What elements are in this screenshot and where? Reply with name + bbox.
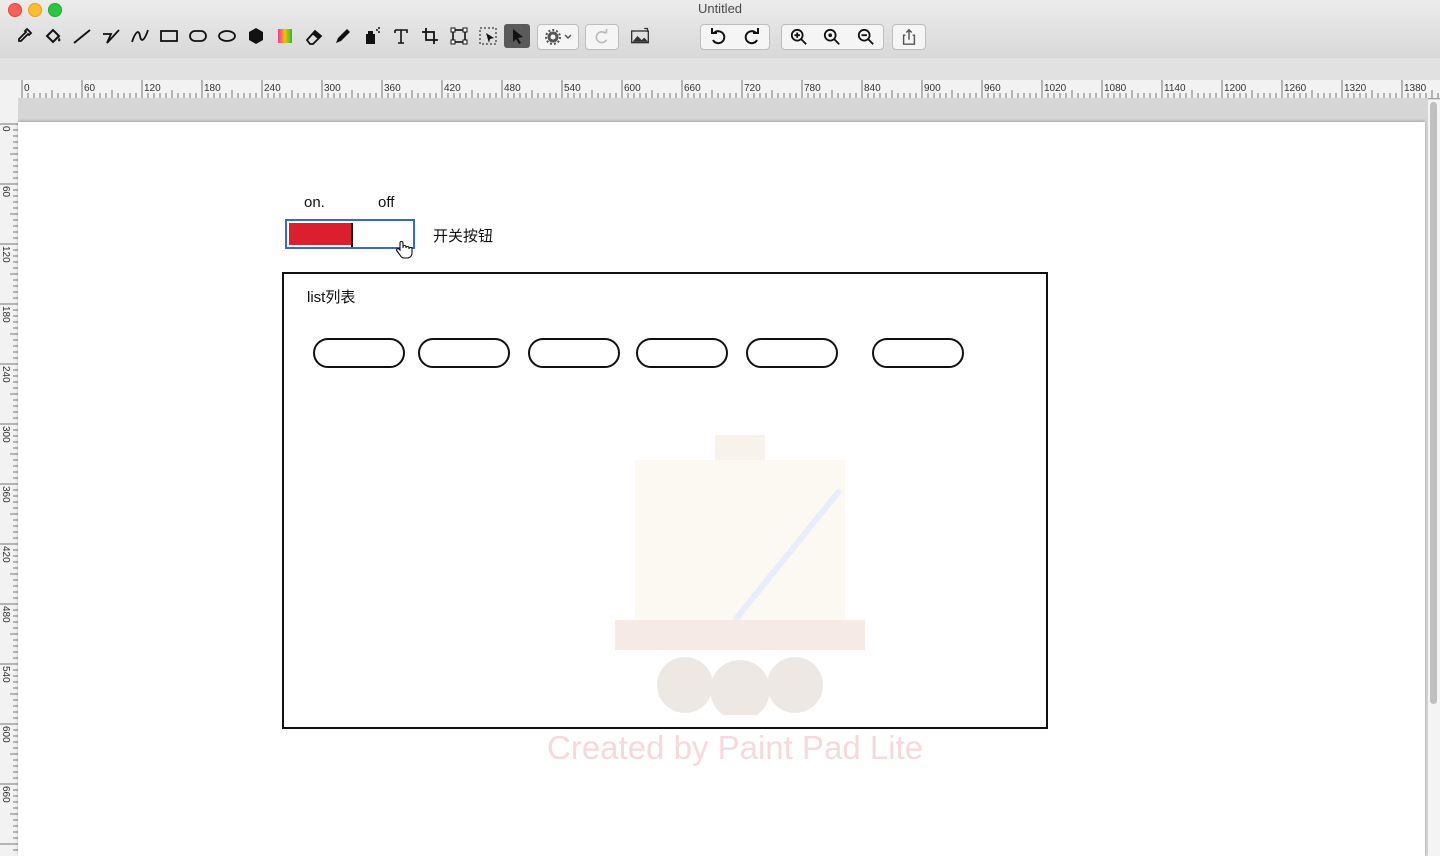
ruler-label: 660	[0, 786, 11, 803]
vertical-scrollbar[interactable]	[1428, 100, 1440, 856]
paint-bucket-icon[interactable]	[40, 24, 66, 48]
switch-off-label: off	[378, 194, 395, 211]
switch-on-fill	[289, 223, 351, 245]
zoom-group	[781, 24, 884, 50]
hand-cursor-icon	[396, 241, 413, 259]
horizontal-ruler: 0 60 120 180 240 300 360 420 480 540 600 660 720 780 8…	[0, 80, 1440, 99]
ellipse-icon[interactable]	[214, 24, 240, 48]
ruler-label: 840	[864, 83, 881, 94]
ruler-label: 600	[0, 726, 11, 743]
transform-icon[interactable]	[446, 24, 472, 48]
rectangle-icon[interactable]	[156, 24, 182, 48]
redo-disabled-button[interactable]	[585, 24, 619, 50]
ruler-label: 1020	[1044, 83, 1067, 94]
redo-icon[interactable]	[742, 27, 762, 47]
text-icon[interactable]	[388, 24, 414, 48]
pointer-icon[interactable]	[504, 24, 530, 48]
ruler-label: 1380	[1404, 83, 1427, 94]
ruler-label: 780	[804, 83, 821, 94]
line-icon[interactable]	[69, 24, 95, 48]
image-icon[interactable]	[625, 24, 655, 48]
list-pill-5[interactable]	[746, 338, 838, 368]
ruler-label: 1140	[1164, 83, 1186, 94]
ruler-label: 540	[564, 83, 581, 94]
list-pill-1[interactable]	[313, 338, 405, 368]
undo-icon[interactable]	[708, 27, 728, 47]
ruler-label: 60	[0, 186, 11, 198]
window-title: Untitled	[697, 1, 743, 16]
zoom-out-icon[interactable]	[857, 28, 875, 46]
polygon-icon[interactable]	[243, 24, 269, 48]
rounded-rectangle-icon[interactable]	[185, 24, 211, 48]
ruler-label: 120	[144, 83, 161, 94]
gradient-icon[interactable]	[272, 24, 298, 48]
zoom-actual-icon[interactable]	[823, 28, 841, 46]
ruler-label: 240	[0, 366, 11, 383]
ruler-label: 0	[0, 126, 11, 132]
pencil-icon[interactable]	[330, 24, 356, 48]
ruler-label: 960	[984, 83, 1001, 94]
ruler-label: 360	[0, 486, 11, 503]
ruler-label: 120	[0, 246, 11, 263]
undo-redo-group	[700, 24, 770, 50]
ruler-label: 720	[744, 83, 761, 94]
ruler-label: 600	[624, 83, 641, 94]
ruler-label: 300	[324, 83, 341, 94]
spray-icon[interactable]	[359, 24, 385, 48]
polyline-icon[interactable]	[98, 24, 124, 48]
ruler-label: 300	[0, 426, 11, 443]
ruler-label: 540	[0, 666, 11, 683]
redo-icon	[595, 28, 608, 44]
ruler-label: 660	[684, 83, 701, 94]
list-pill-4[interactable]	[636, 338, 728, 368]
share-icon	[902, 28, 916, 45]
list-title: list列表	[307, 289, 356, 306]
vertical-ruler: 0 60 120 180 240 300 360 420 480 540 600 660	[0, 98, 19, 856]
share-button[interactable]	[892, 24, 926, 50]
list-pill-3[interactable]	[528, 338, 620, 368]
zoom-in-icon[interactable]	[790, 28, 808, 46]
switch-divider	[351, 223, 353, 247]
ruler-label: 180	[0, 306, 11, 323]
ruler-label: 0	[24, 83, 30, 94]
ruler-label: 1200	[1224, 83, 1247, 94]
scrollbar-thumb[interactable]	[1430, 102, 1437, 704]
ruler-label: 60	[84, 83, 96, 94]
ruler-label: 900	[924, 83, 941, 94]
ruler-label: 420	[0, 546, 11, 563]
ruler-label: 480	[0, 606, 11, 623]
magic-select-icon[interactable]	[475, 24, 501, 48]
list-pill-2[interactable]	[418, 338, 510, 368]
toolbar-spacer	[0, 58, 1440, 81]
settings-menu-button[interactable]	[537, 24, 579, 50]
eyedropper-icon[interactable]	[11, 24, 37, 48]
ruler-label: 1080	[1104, 83, 1127, 94]
switch-caption: 开关按钮	[433, 228, 494, 245]
ruler-label: 1260	[1284, 83, 1307, 94]
gear-icon	[545, 29, 572, 45]
title-bar: Untitled	[0, 0, 1440, 59]
ruler-label: 480	[504, 83, 521, 94]
curve-icon[interactable]	[127, 24, 153, 48]
ruler-label: 240	[264, 83, 281, 94]
watermark-text: Created by Paint Pad Lite	[547, 729, 924, 766]
list-pill-6[interactable]	[872, 338, 964, 368]
ruler-label: 360	[384, 83, 401, 94]
switch-on-label: on.	[304, 194, 325, 211]
ruler-label: 1320	[1344, 83, 1367, 94]
ruler-label: 180	[204, 83, 221, 94]
eraser-icon[interactable]	[301, 24, 327, 48]
ruler-label: 420	[444, 83, 461, 94]
crop-icon[interactable]	[417, 24, 443, 48]
